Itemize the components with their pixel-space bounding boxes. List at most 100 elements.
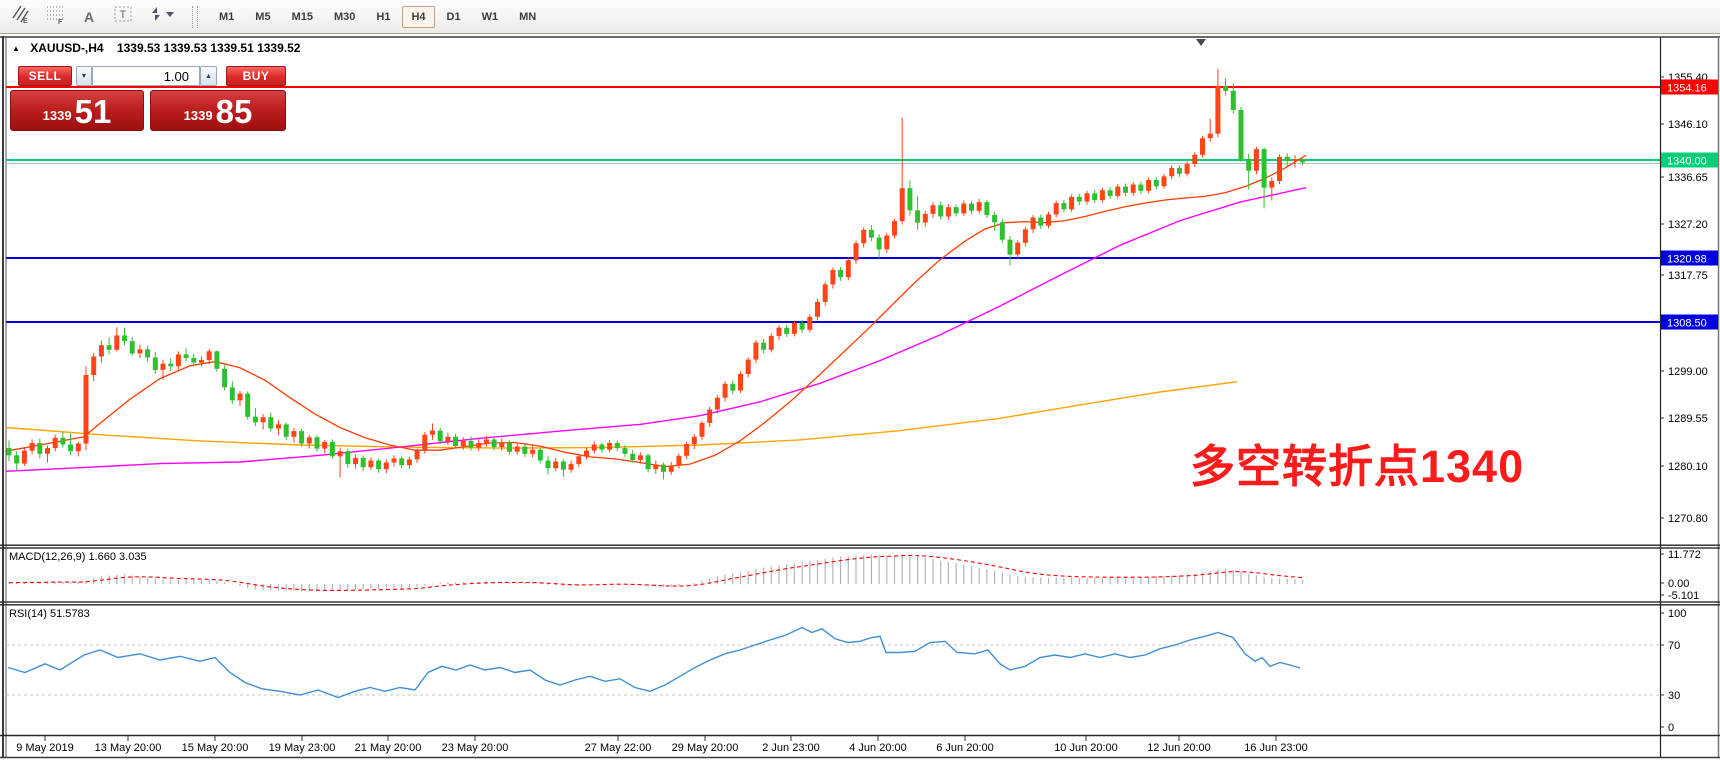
price-axis-label: 1289.55 [1668, 413, 1708, 425]
candle-body [137, 349, 142, 353]
candle-body [676, 456, 681, 466]
candle-body [1000, 222, 1005, 240]
panel-divider[interactable] [0, 547, 1720, 548]
candle-body [661, 465, 666, 472]
candle-body [638, 455, 643, 460]
candle-body [746, 360, 751, 374]
candle-body [738, 374, 743, 391]
candle-body [792, 323, 797, 334]
candle-body [415, 451, 420, 460]
price-axis-label: 1346.10 [1668, 119, 1708, 131]
rsi-line [8, 628, 1300, 698]
sell-price-tile[interactable]: 1339 51 [10, 90, 144, 131]
candle-body [1092, 193, 1097, 200]
candle-body [954, 207, 959, 213]
volume-increase-button[interactable]: ▲ [200, 66, 217, 86]
draw-styles-button[interactable]: E [8, 5, 34, 29]
time-axis-label: 27 May 22:00 [585, 742, 652, 754]
candle-body [753, 343, 758, 360]
time-axis-label: 23 May 20:00 [442, 742, 509, 754]
candle-body [800, 323, 805, 330]
candle-body [961, 204, 966, 214]
candle-body [1192, 155, 1197, 164]
tab-timeframe-W1[interactable]: W1 [473, 6, 508, 28]
grid-button[interactable]: F [42, 5, 68, 29]
tab-timeframe-H1[interactable]: H1 [367, 6, 399, 28]
price-axis-label: 1336.65 [1668, 172, 1708, 184]
candle-body [923, 214, 928, 223]
candle-body [877, 238, 882, 250]
time-axis-label: 12 Jun 20:00 [1147, 742, 1211, 754]
tab-timeframe-MN[interactable]: MN [510, 6, 545, 28]
sell-price-pips: 51 [75, 98, 112, 126]
macd-indicator-label: MACD(12,26,9) 1.660 3.035 [9, 551, 147, 563]
candle-body [307, 437, 312, 443]
candle-body [530, 450, 535, 454]
candle-body [669, 466, 674, 472]
panel-divider[interactable] [0, 545, 1720, 546]
candle-body [569, 464, 574, 470]
text-label-button[interactable]: A [76, 5, 102, 29]
cursor-mode-button[interactable] [144, 5, 178, 29]
symbol-period-label: XAUUSD-,H4 [30, 41, 103, 55]
triangle-up-icon: ▲ [205, 73, 212, 80]
tab-timeframe-M15[interactable]: M15 [283, 6, 322, 28]
volume-input[interactable] [92, 66, 200, 86]
text-box-icon: T [113, 4, 133, 29]
candle-body [892, 221, 897, 235]
tab-timeframe-D1[interactable]: D1 [438, 6, 470, 28]
sell-button[interactable]: SELL [18, 66, 72, 86]
candle-body [1300, 159, 1305, 162]
candle-body [222, 369, 227, 388]
svg-text:E: E [23, 18, 28, 24]
candle-body [1061, 203, 1066, 209]
chart-shift-marker-icon[interactable] [1196, 39, 1206, 46]
candle-body [869, 230, 874, 238]
candle-body [145, 349, 150, 357]
time-axis-label: 19 May 23:00 [269, 742, 336, 754]
sell-price-stem: 1339 [43, 108, 72, 123]
buy-button[interactable]: BUY [226, 66, 286, 86]
tab-timeframe-H4[interactable]: H4 [402, 6, 434, 28]
candle-body [984, 202, 989, 215]
buy-price-stem: 1339 [184, 108, 213, 123]
candle-body [322, 442, 327, 449]
tab-timeframe-M5[interactable]: M5 [246, 6, 279, 28]
candle-body [1138, 185, 1143, 191]
candle-body [7, 448, 12, 455]
candle-body [969, 204, 974, 211]
time-axis-label: 15 May 20:00 [182, 742, 249, 754]
candle-body [553, 462, 558, 469]
volume-decrease-button[interactable]: ▼ [76, 66, 92, 86]
candle-body [276, 424, 281, 428]
price-badge-label: 1320.98 [1667, 254, 1707, 266]
candle-body [507, 443, 512, 452]
text-box-button[interactable]: T [110, 5, 136, 29]
candle-body [345, 451, 350, 464]
candle-body [315, 437, 320, 448]
candle-body [769, 336, 774, 350]
rsi-indicator-label: RSI(14) 51.5783 [9, 608, 90, 620]
time-axis-label: 21 May 20:00 [355, 742, 422, 754]
toolbar: E F A T M1M5M15M30H1H4D1W1MN [0, 0, 1720, 34]
tab-timeframe-M30[interactable]: M30 [325, 6, 364, 28]
candle-body [91, 357, 96, 376]
panel-divider[interactable] [0, 604, 1720, 605]
candle-body [1262, 149, 1267, 188]
candle-body [153, 358, 158, 370]
candle-body [453, 437, 458, 446]
candle-body [646, 455, 651, 469]
candle-body [130, 341, 135, 353]
candle-body [422, 435, 427, 451]
candle-body [268, 417, 273, 428]
panel-divider[interactable] [0, 601, 1720, 602]
tab-timeframe-M1[interactable]: M1 [210, 6, 243, 28]
candle-body [1015, 243, 1020, 255]
candle-body [700, 423, 705, 437]
ma-mid-line [6, 188, 1306, 472]
rsi-axis-label: 0 [1668, 722, 1674, 734]
buy-price-tile[interactable]: 1339 85 [150, 90, 286, 131]
candle-body [499, 443, 504, 448]
candle-body [815, 302, 820, 317]
collapse-panel-icon[interactable]: ▲ [12, 44, 20, 53]
